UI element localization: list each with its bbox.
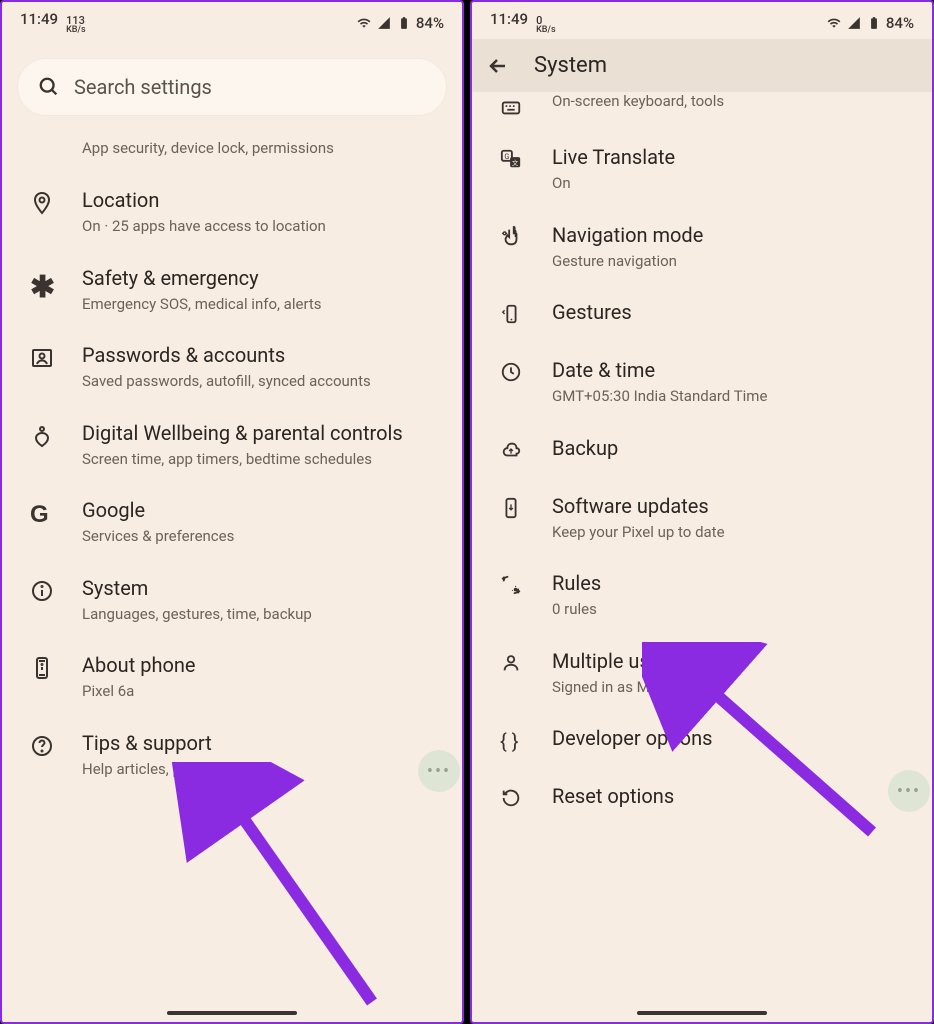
phone-icon xyxy=(20,652,82,680)
settings-list[interactable]: App security, device lock, permissions L… xyxy=(2,135,462,1004)
cloud-icon xyxy=(490,435,552,461)
wifi-icon xyxy=(826,16,842,30)
rules-icon xyxy=(490,570,552,596)
item-live-translate[interactable]: G文 Live Translate On xyxy=(472,130,932,208)
item-keyboard-partial[interactable]: On-screen keyboard, tools xyxy=(472,92,932,130)
item-multiple-users[interactable]: Multiple users Signed in as Mehvish xyxy=(472,634,932,712)
wifi-icon xyxy=(356,16,372,30)
status-bar: 11:49 113 KB/s 84% xyxy=(2,2,462,39)
reset-icon xyxy=(490,783,552,809)
update-icon xyxy=(490,493,552,519)
info-icon xyxy=(20,575,82,603)
status-net: 0 KB/s xyxy=(536,15,556,35)
nav-handle[interactable] xyxy=(2,1004,462,1022)
status-icons: 84% xyxy=(356,14,444,32)
search-icon xyxy=(38,76,60,98)
asterisk-icon: ✱ xyxy=(20,265,82,297)
search-placeholder: Search settings xyxy=(74,75,212,99)
item-reset-options[interactable]: Reset options xyxy=(472,769,932,827)
item-passwords[interactable]: Passwords & accounts Saved passwords, au… xyxy=(2,328,462,406)
status-icons: 84% xyxy=(826,14,914,32)
item-gestures[interactable]: Gestures xyxy=(472,285,932,343)
back-icon[interactable] xyxy=(486,54,510,78)
item-location[interactable]: Location On · 25 apps have access to loc… xyxy=(2,173,462,251)
nav-handle[interactable] xyxy=(472,1004,932,1022)
fab-button[interactable]: ••• xyxy=(888,770,930,812)
header-bar: System xyxy=(472,39,932,92)
item-rules[interactable]: Rules 0 rules xyxy=(472,556,932,634)
item-software-updates[interactable]: Software updates Keep your Pixel up to d… xyxy=(472,479,932,557)
item-safety[interactable]: ✱ Safety & emergency Emergency SOS, medi… xyxy=(2,251,462,329)
truncated-item-sub: App security, device lock, permissions xyxy=(2,135,462,173)
status-battery: 84% xyxy=(886,14,914,32)
status-time: 11:49 xyxy=(20,10,58,28)
svg-text:文: 文 xyxy=(512,158,519,167)
battery-icon xyxy=(396,16,412,30)
signal-icon xyxy=(846,16,862,30)
item-about[interactable]: About phone Pixel 6a xyxy=(2,638,462,716)
keyboard-icon xyxy=(490,92,552,118)
search-bar[interactable]: Search settings xyxy=(18,59,446,115)
translate-icon: G文 xyxy=(490,144,552,170)
phone-left: 11:49 113 KB/s 84% Search settings App s… xyxy=(0,0,464,1024)
item-developer-options[interactable]: { } Developer options xyxy=(472,711,932,769)
item-google[interactable]: G Google Services & preferences xyxy=(2,483,462,561)
status-battery: 84% xyxy=(416,14,444,32)
location-icon xyxy=(20,187,82,215)
braces-icon: { } xyxy=(490,725,552,753)
signal-icon xyxy=(376,16,392,30)
item-backup[interactable]: Backup xyxy=(472,421,932,479)
item-tips[interactable]: Tips & support Help articles, phone & ch… xyxy=(2,716,462,794)
phone-right: 11:49 0 KB/s 84% System On-screen keyboa… xyxy=(470,0,934,1024)
status-time: 11:49 xyxy=(490,10,528,28)
page-title: System xyxy=(534,53,607,78)
status-bar: 11:49 0 KB/s 84% xyxy=(472,2,932,39)
item-wellbeing[interactable]: Digital Wellbeing & parental controls Sc… xyxy=(2,406,462,484)
clock-icon xyxy=(490,357,552,383)
google-icon: G xyxy=(20,497,82,529)
system-list[interactable]: On-screen keyboard, tools G文 Live Transl… xyxy=(472,92,932,1004)
status-net: 113 KB/s xyxy=(66,15,86,35)
account-icon xyxy=(20,342,82,370)
item-navigation-mode[interactable]: Navigation mode Gesture navigation xyxy=(472,208,932,286)
battery-icon xyxy=(866,16,882,30)
wellbeing-icon xyxy=(20,420,82,448)
help-icon xyxy=(20,730,82,758)
person-icon xyxy=(490,648,552,674)
fab-button[interactable]: ••• xyxy=(418,750,460,792)
svg-text:G: G xyxy=(504,152,509,161)
phone-gesture-icon xyxy=(490,299,552,325)
gesture-icon xyxy=(490,222,552,248)
item-system[interactable]: System Languages, gestures, time, backup xyxy=(2,561,462,639)
item-date-time[interactable]: Date & time GMT+05:30 India Standard Tim… xyxy=(472,343,932,421)
